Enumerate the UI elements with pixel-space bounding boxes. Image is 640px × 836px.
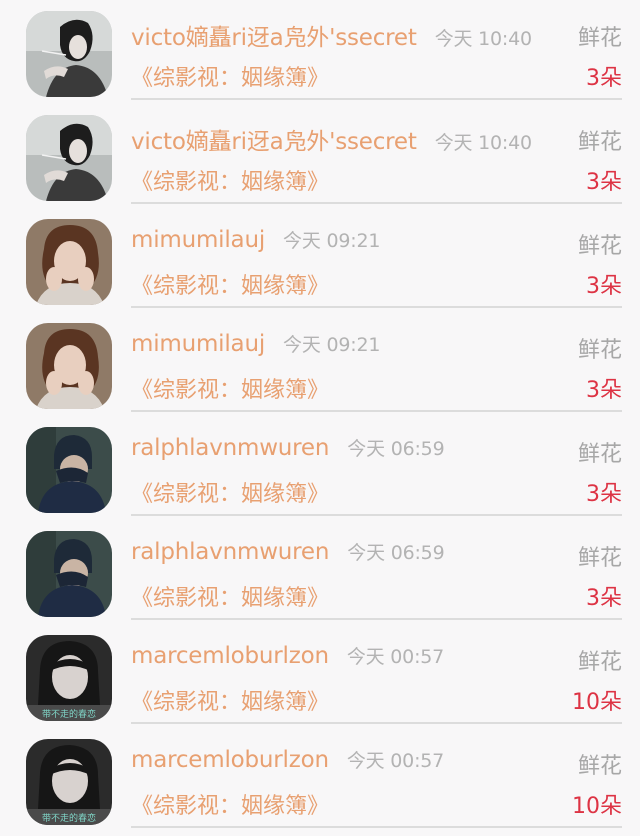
gift-type: 鲜花 bbox=[577, 754, 622, 779]
list-item[interactable]: victo嫡矗ri迓a凫外'ssecret 今天 10:40 鲜花 《综影视：姻缘… bbox=[0, 0, 640, 104]
gift-type: 鲜花 bbox=[577, 130, 622, 155]
list-item[interactable]: victo嫡矗ri迓a凫外'ssecret 今天 10:40 鲜花 《综影视：姻缘… bbox=[0, 104, 640, 208]
book-title-link[interactable]: 《综影视：姻缘簿》 bbox=[131, 372, 329, 404]
list-item[interactable]: mimumilauj 今天 09:21 鲜花 《综影视：姻缘簿》 3朵 bbox=[0, 208, 640, 312]
avatar[interactable] bbox=[26, 531, 112, 617]
avatar[interactable] bbox=[26, 427, 112, 513]
list-item[interactable]: 带不走的春恋 marcemloburlzon 今天 00:57 鲜花 《综影视：姻… bbox=[0, 624, 640, 728]
book-title-link[interactable]: 《综影视：姻缘簿》 bbox=[131, 684, 329, 716]
book-title-link[interactable]: 《综影视：姻缘簿》 bbox=[131, 60, 329, 92]
username[interactable]: ralphlavnmwuren bbox=[131, 539, 329, 565]
timestamp: 今天 00:57 bbox=[346, 750, 445, 772]
timestamp: 今天 09:21 bbox=[283, 230, 381, 252]
gift-count: 3朵 bbox=[586, 378, 622, 403]
gift-count: 3朵 bbox=[586, 586, 622, 611]
gift-count: 3朵 bbox=[586, 170, 622, 195]
timestamp: 今天 10:40 bbox=[434, 132, 532, 154]
username[interactable]: marcemloburlzon bbox=[131, 747, 329, 773]
username[interactable]: mimumilauj bbox=[131, 227, 265, 253]
user-name-line: victo嫡矗ri迓a凫外'ssecret 今天 10:40 bbox=[131, 122, 532, 156]
gift-type: 鲜花 bbox=[577, 650, 622, 675]
timestamp: 今天 00:57 bbox=[346, 646, 445, 668]
avatar[interactable] bbox=[26, 115, 112, 201]
user-name-line: mimumilauj 今天 09:21 bbox=[131, 226, 380, 253]
user-name-line: ralphlavnmwuren 今天 06:59 bbox=[131, 434, 445, 461]
gift-type: 鲜花 bbox=[577, 234, 622, 259]
timestamp: 今天 10:40 bbox=[434, 28, 532, 50]
gift-type: 鲜花 bbox=[577, 338, 622, 363]
timestamp: 今天 06:59 bbox=[347, 438, 445, 460]
gift-count: 3朵 bbox=[586, 66, 622, 91]
username[interactable]: ralphlavnmwuren bbox=[131, 435, 329, 461]
timestamp: 今天 06:59 bbox=[347, 542, 445, 564]
book-title-link[interactable]: 《综影视：姻缘簿》 bbox=[131, 788, 329, 820]
book-title-link[interactable]: 《综影视：姻缘簿》 bbox=[131, 580, 329, 612]
user-name-line: victo嫡矗ri迓a凫外'ssecret 今天 10:40 bbox=[131, 18, 532, 52]
list-item[interactable]: 带不走的春恋 marcemloburlzon 今天 00:57 鲜花 《综影视：姻… bbox=[0, 728, 640, 832]
list-item[interactable]: ralphlavnmwuren 今天 06:59 鲜花 《综影视：姻缘簿》 3朵 bbox=[0, 520, 640, 624]
username[interactable]: marcemloburlzon bbox=[131, 643, 329, 669]
gift-count: 10朵 bbox=[572, 794, 622, 819]
book-title-link[interactable]: 《综影视：姻缘簿》 bbox=[131, 268, 329, 300]
avatar[interactable]: 带不走的春恋 bbox=[26, 635, 112, 721]
username[interactable]: mimumilauj bbox=[131, 331, 265, 357]
user-name-line: mimumilauj 今天 09:21 bbox=[131, 330, 380, 357]
gift-record-list: victo嫡矗ri迓a凫外'ssecret 今天 10:40 鲜花 《综影视：姻缘… bbox=[0, 0, 640, 836]
list-item[interactable]: ralphlavnmwuren 今天 06:59 鲜花 《综影视：姻缘簿》 3朵 bbox=[0, 416, 640, 520]
book-title-link[interactable]: 《综影视：姻缘簿》 bbox=[131, 164, 329, 196]
user-name-line: ralphlavnmwuren 今天 06:59 bbox=[131, 538, 445, 565]
gift-count: 3朵 bbox=[586, 482, 622, 507]
avatar[interactable]: 带不走的春恋 bbox=[26, 739, 112, 825]
timestamp: 今天 09:21 bbox=[283, 334, 381, 356]
book-title-link[interactable]: 《综影视：姻缘簿》 bbox=[131, 476, 329, 508]
gift-type: 鲜花 bbox=[577, 442, 622, 467]
gift-count: 3朵 bbox=[586, 274, 622, 299]
avatar[interactable] bbox=[26, 219, 112, 305]
gift-count: 10朵 bbox=[572, 690, 622, 715]
user-name-line: marcemloburlzon 今天 00:57 bbox=[131, 746, 444, 773]
avatar[interactable] bbox=[26, 11, 112, 97]
user-name-line: marcemloburlzon 今天 00:57 bbox=[131, 642, 444, 669]
avatar[interactable] bbox=[26, 323, 112, 409]
avatar-overlay-text: 带不走的春恋 bbox=[42, 708, 96, 720]
username[interactable]: victo嫡矗ri迓a凫外'ssecret bbox=[131, 25, 417, 51]
avatar-overlay-text: 带不走的春恋 bbox=[42, 812, 96, 824]
username[interactable]: victo嫡矗ri迓a凫外'ssecret bbox=[131, 129, 417, 155]
gift-type: 鲜花 bbox=[577, 546, 622, 571]
list-item[interactable]: mimumilauj 今天 09:21 鲜花 《综影视：姻缘簿》 3朵 bbox=[0, 312, 640, 416]
gift-type: 鲜花 bbox=[577, 26, 622, 51]
